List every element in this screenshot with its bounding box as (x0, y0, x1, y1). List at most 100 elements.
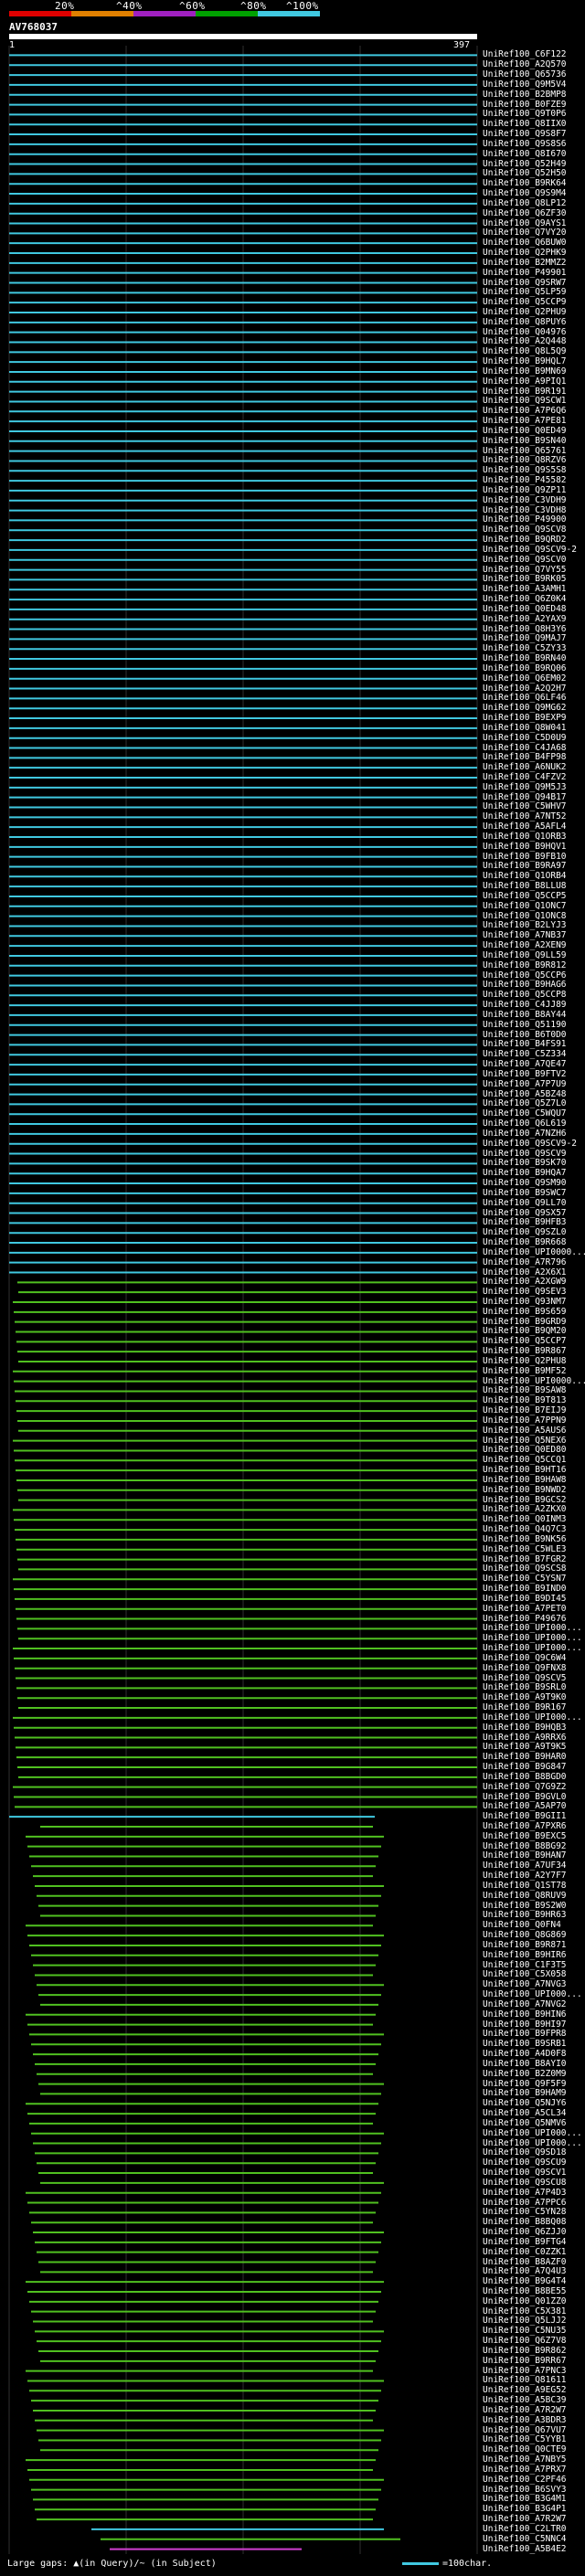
hit-label[interactable]: UniRef100_Q0ED48 (483, 604, 567, 614)
hit-label[interactable]: UniRef100_A5AUS6 (483, 1426, 567, 1436)
hit-label[interactable]: UniRef100_A2XEN9 (483, 941, 567, 950)
hit-label[interactable]: UniRef100_A9EG52 (483, 2386, 567, 2395)
hit-label[interactable]: UniRef100_A5AFL4 (483, 822, 567, 832)
hit-label[interactable]: UniRef100_C4JA68 (483, 743, 567, 753)
hit-label[interactable]: UniRef100_B6T0D0 (483, 1030, 567, 1040)
hit-label[interactable]: UniRef100_Q7G9Z2 (483, 1782, 567, 1792)
hit-label[interactable]: UniRef100_Q65736 (483, 70, 567, 80)
hit-label[interactable]: UniRef100_Q5LJJ2 (483, 2316, 567, 2326)
hit-label[interactable]: UniRef100_A7NB37 (483, 931, 567, 940)
hit-label[interactable]: UniRef100_Q6ZJJ0 (483, 2228, 567, 2237)
hit-label[interactable]: UniRef100_Q9SEV3 (483, 1288, 567, 1297)
hit-label[interactable]: UniRef100_B2Z0M9 (483, 2069, 567, 2079)
hit-label[interactable]: UniRef100_B8BGD0 (483, 1772, 567, 1782)
hit-label[interactable]: UniRef100_B9HAW8 (483, 1475, 567, 1485)
hit-label[interactable]: UniRef100_A7QE47 (483, 1060, 567, 1069)
hit-label[interactable]: UniRef100_UPI000... (483, 1990, 582, 1999)
hit-label[interactable]: UniRef100_A5BC39 (483, 2396, 567, 2405)
hit-label[interactable]: UniRef100_Q5CCQ1 (483, 1456, 567, 1465)
hit-label[interactable]: UniRef100_C2PF46 (483, 2475, 567, 2485)
hit-label[interactable]: UniRef100_Q0ED49 (483, 426, 567, 436)
hit-label[interactable]: UniRef100_A7Q4U3 (483, 2267, 567, 2276)
hit-label[interactable]: UniRef100_Q0FN4 (483, 1921, 561, 1930)
hit-label[interactable]: UniRef100_B9FPR8 (483, 2030, 567, 2039)
hit-label[interactable]: UniRef100_C5YYB1 (483, 2435, 567, 2444)
hit-label[interactable]: UniRef100_Q9C6W4 (483, 1653, 567, 1663)
hit-label[interactable]: UniRef100_B9GRD9 (483, 1317, 567, 1327)
hit-label[interactable]: UniRef100_B4FS91 (483, 1040, 567, 1049)
hit-label[interactable]: UniRef100_Q2PHU8 (483, 1356, 567, 1366)
hit-label[interactable]: UniRef100_UPI000... (483, 1644, 582, 1653)
hit-label[interactable]: UniRef100_B9FTG4 (483, 2237, 567, 2247)
hit-label[interactable]: UniRef100_C5D0U9 (483, 733, 567, 743)
hit-label[interactable]: UniRef100_B9HAG6 (483, 981, 567, 990)
hit-label[interactable]: UniRef100_B9R812 (483, 960, 567, 970)
hit-label[interactable]: UniRef100_C5NNC4 (483, 2534, 567, 2544)
hit-label[interactable]: UniRef100_UPI000... (483, 1624, 582, 1633)
hit-label[interactable]: UniRef100_A2Q448 (483, 337, 567, 346)
hit-label[interactable]: UniRef100_Q0INM3 (483, 1515, 567, 1524)
hit-label[interactable]: UniRef100_B2BMP8 (483, 90, 567, 100)
hit-label[interactable]: UniRef100_Q01ZZ0 (483, 2296, 567, 2306)
hit-label[interactable]: UniRef100_B9R871 (483, 1940, 567, 1950)
hit-label[interactable]: UniRef100_B9FB10 (483, 852, 567, 862)
hit-label[interactable]: UniRef100_A5AP70 (483, 1802, 567, 1811)
hit-label[interactable]: UniRef100_B9HQB3 (483, 1723, 567, 1733)
hit-label[interactable]: UniRef100_B3G4P1 (483, 2505, 567, 2514)
hit-label[interactable]: UniRef100_C5NU35 (483, 2327, 567, 2336)
hit-label[interactable]: UniRef100_Q9LL70 (483, 1198, 567, 1208)
hit-label[interactable]: UniRef100_P49901 (483, 268, 567, 278)
hit-label[interactable]: UniRef100_B9SN40 (483, 436, 567, 446)
hit-label[interactable]: UniRef100_C5X381 (483, 2306, 567, 2316)
hit-label[interactable]: UniRef100_Q6EM02 (483, 673, 567, 684)
hit-label[interactable]: UniRef100_Q9S8F7 (483, 130, 567, 139)
hit-label[interactable]: UniRef100_A9T9K0 (483, 1693, 567, 1702)
hit-label[interactable]: UniRef100_B9DI45 (483, 1594, 567, 1604)
hit-label[interactable]: UniRef100_Q9SCW1 (483, 397, 567, 406)
hit-label[interactable]: UniRef100_B6SVY3 (483, 2485, 567, 2495)
hit-label[interactable]: UniRef100_Q9S5S8 (483, 466, 567, 475)
hit-label[interactable]: UniRef100_Q5CCP9 (483, 298, 567, 307)
hit-label[interactable]: UniRef100_C3VDH9 (483, 495, 567, 505)
hit-label[interactable]: UniRef100_C3VDH8 (483, 505, 567, 515)
hit-label[interactable]: UniRef100_B9MN69 (483, 366, 567, 376)
hit-label[interactable]: UniRef100_Q7VY20 (483, 228, 567, 238)
hit-label[interactable]: UniRef100_Q8IIX0 (483, 120, 567, 129)
hit-label[interactable]: UniRef100_A4D0F8 (483, 2050, 567, 2059)
hit-label[interactable]: UniRef100_B9HAM9 (483, 2089, 567, 2098)
hit-label[interactable]: UniRef100_Q9FNX8 (483, 1663, 567, 1673)
hit-label[interactable]: UniRef100_Q9SCV1 (483, 2168, 567, 2178)
hit-label[interactable]: UniRef100_A7PE81 (483, 417, 567, 426)
hit-label[interactable]: UniRef100_Q5CCP8 (483, 991, 567, 1000)
hit-label[interactable]: UniRef100_Q8RUV9 (483, 1891, 567, 1901)
hit-label[interactable]: UniRef100_UPI0000... (483, 1247, 585, 1257)
hit-label[interactable]: UniRef100_Q9SCS8 (483, 1564, 567, 1574)
hit-label[interactable]: UniRef100_A7NVG2 (483, 1999, 567, 2009)
hit-label[interactable]: UniRef100_Q9MG62 (483, 704, 567, 713)
hit-label[interactable]: UniRef100_A9PIQ1 (483, 376, 567, 387)
hit-label[interactable]: UniRef100_Q8W041 (483, 723, 567, 733)
hit-label[interactable]: UniRef100_Q4Q7C3 (483, 1525, 567, 1534)
hit-label[interactable]: UniRef100_Q1ORB4 (483, 872, 567, 881)
hit-label[interactable]: UniRef100_C5WLE3 (483, 1544, 567, 1554)
hit-label[interactable]: UniRef100_Q81611 (483, 2376, 567, 2385)
hit-label[interactable]: UniRef100_B9R668 (483, 1238, 567, 1247)
hit-label[interactable]: UniRef100_Q9M5J3 (483, 782, 567, 792)
hit-label[interactable]: UniRef100_B9HAR0 (483, 1753, 567, 1762)
hit-label[interactable]: UniRef100_Q6ZF30 (483, 208, 567, 218)
hit-label[interactable]: UniRef100_B9QRD2 (483, 535, 567, 545)
hit-label[interactable]: UniRef100_A7P6Q6 (483, 407, 567, 416)
hit-label[interactable]: UniRef100_B9SAW8 (483, 1386, 567, 1395)
hit-label[interactable]: UniRef100_A2Y7F7 (483, 1871, 567, 1881)
hit-label[interactable]: UniRef100_P49900 (483, 515, 567, 525)
hit-label[interactable]: UniRef100_C1F3T5 (483, 1960, 567, 1970)
hit-label[interactable]: UniRef100_A7R2W7 (483, 2515, 567, 2524)
hit-label[interactable]: UniRef100_Q0CTE9 (483, 2445, 567, 2454)
hit-label[interactable]: UniRef100_B8AYI0 (483, 2059, 567, 2069)
hit-label[interactable]: UniRef100_Q9SCV9 (483, 1149, 567, 1159)
hit-label[interactable]: UniRef100_Q04976 (483, 327, 567, 337)
hit-label[interactable]: UniRef100_C4FZV2 (483, 773, 567, 782)
hit-label[interactable]: UniRef100_A2Q2H7 (483, 684, 567, 694)
hit-label[interactable]: UniRef100_Q2PHK9 (483, 249, 567, 258)
hit-label[interactable]: UniRef100_Q8H3Y6 (483, 624, 567, 634)
